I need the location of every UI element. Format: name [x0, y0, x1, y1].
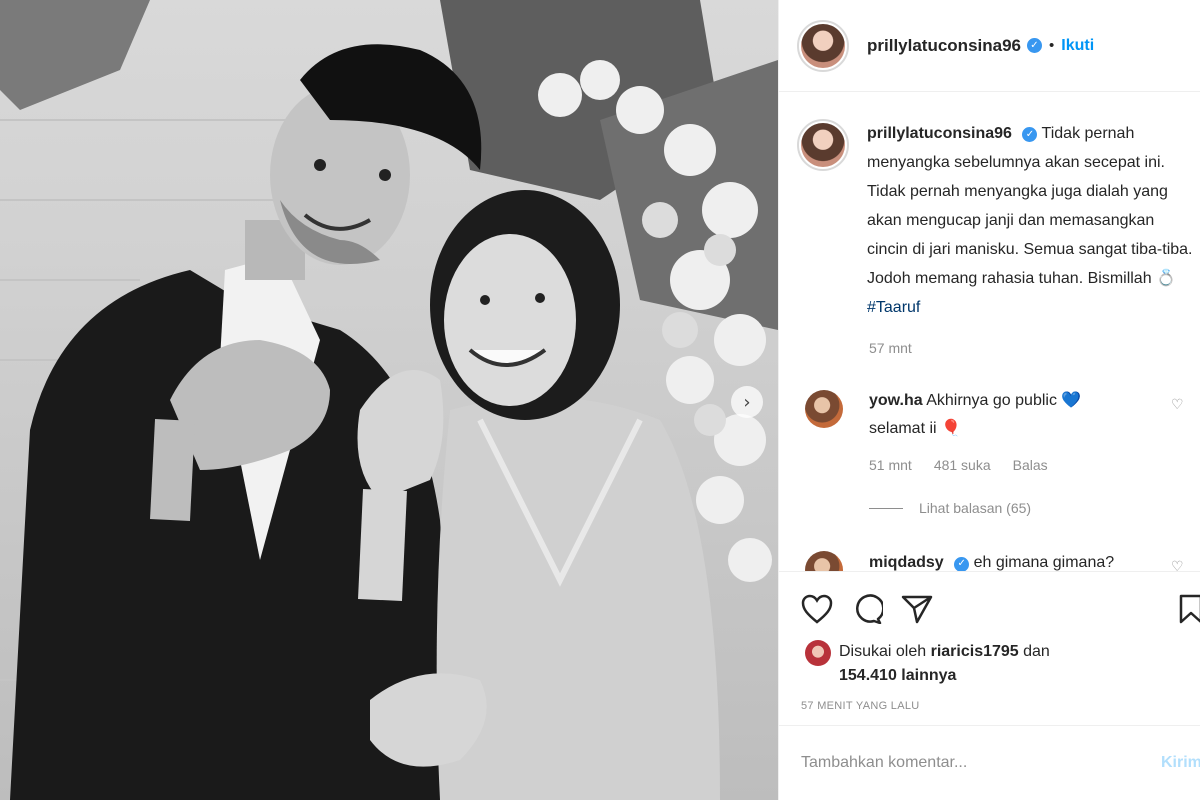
- post-header: prillylatuconsina96 ✓ • Ikuti: [779, 0, 1200, 92]
- header-separator: •: [1049, 37, 1055, 54]
- ring-emoji: 💍: [1156, 270, 1176, 287]
- comment-avatar[interactable]: [805, 551, 843, 571]
- comment-timestamp[interactable]: 51 mnt: [869, 457, 912, 473]
- comment-body: Akhirnya go public: [926, 392, 1062, 409]
- caption-timestamp[interactable]: 57 mnt: [869, 340, 912, 356]
- comment-bubble-icon[interactable]: [851, 594, 883, 624]
- comment-like-heart-icon[interactable]: ♡: [1171, 397, 1184, 413]
- photo-illustration: [0, 0, 778, 800]
- likes-prefix: Disukai oleh: [839, 643, 931, 660]
- liker-avatar[interactable]: [805, 640, 831, 666]
- caption: prillylatuconsina96 ✓ Tidak pernah menya…: [797, 119, 1197, 322]
- caption-author-avatar[interactable]: [797, 119, 849, 171]
- comment-username[interactable]: miqdadsy: [869, 554, 944, 571]
- like-heart-icon[interactable]: [801, 594, 833, 624]
- comment-like-count[interactable]: 481 suka: [934, 457, 991, 473]
- liker-username[interactable]: riaricis1795: [931, 643, 1019, 660]
- share-direct-icon[interactable]: [901, 594, 933, 624]
- comment-verified-badge-icon: ✓: [954, 556, 970, 571]
- caption-body: Tidak pernah menyangka sebelumnya akan s…: [867, 125, 1193, 287]
- comment-username[interactable]: yow.ha: [869, 392, 923, 409]
- verified-badge-icon: ✓: [1027, 38, 1042, 53]
- author-username[interactable]: prillylatuconsina96: [867, 36, 1021, 56]
- author-avatar[interactable]: [797, 19, 849, 72]
- comment-reply-button[interactable]: Balas: [1013, 457, 1048, 473]
- likes-summary: Disukai oleh riaricis1795 dan 154.410 la…: [805, 640, 1050, 688]
- comment-text: miqdadsy ✓ eh gimana gimana?: [869, 549, 1114, 571]
- action-icon-row: [801, 594, 933, 624]
- view-replies-label: Lihat balasan (65): [919, 500, 1032, 516]
- likes-middle: dan: [1018, 643, 1050, 660]
- comment-meta: 51 mnt 481 suka Balas: [869, 457, 1048, 473]
- post-actions: Disukai oleh riaricis1795 dan 154.410 la…: [779, 571, 1200, 725]
- comment-text: yow.ha Akhirnya go public 💙 selamat ii 🎈: [869, 387, 1159, 443]
- balloon-emoji: 🎈: [941, 420, 961, 437]
- caption-author-avatar-image: [801, 123, 845, 167]
- follow-button[interactable]: Ikuti: [1061, 37, 1094, 55]
- comment-avatar[interactable]: [805, 390, 843, 428]
- comment-like-heart-icon[interactable]: ♡: [1171, 559, 1184, 571]
- post-time-ago[interactable]: 57 MENIT YANG LALU: [801, 700, 920, 712]
- post-sidebar: prillylatuconsina96 ✓ • Ikuti prillylatu…: [778, 0, 1200, 800]
- likes-count[interactable]: 154.410 lainnya: [839, 667, 956, 684]
- comment-body-line2: selamat ii: [869, 420, 942, 437]
- blue-heart-emoji: 💙: [1061, 392, 1082, 409]
- caption-username[interactable]: prillylatuconsina96: [867, 125, 1012, 142]
- carousel-next-button[interactable]: ›: [731, 386, 763, 418]
- caption-text: prillylatuconsina96 ✓ Tidak pernah menya…: [867, 119, 1197, 322]
- caption-verified-badge-icon: ✓: [1022, 127, 1038, 142]
- chevron-right-icon: ›: [743, 391, 751, 413]
- post-photo: ›: [0, 0, 778, 800]
- hashtag-link[interactable]: #Taaruf: [867, 299, 920, 316]
- view-replies-button[interactable]: Lihat balasan (65): [869, 500, 1031, 516]
- post-comment-button[interactable]: Kirim: [1161, 754, 1200, 772]
- comment-body: eh gimana gimana?: [973, 554, 1115, 571]
- likes-text: Disukai oleh riaricis1795 dan 154.410 la…: [839, 640, 1050, 688]
- replies-divider: [869, 507, 903, 509]
- save-bookmark-icon[interactable]: [1179, 594, 1200, 624]
- comments-section[interactable]: prillylatuconsina96 ✓ Tidak pernah menya…: [779, 93, 1200, 571]
- author-avatar-image: [801, 23, 845, 68]
- add-comment-bar: Kirim: [779, 725, 1200, 800]
- add-comment-input[interactable]: [801, 754, 1151, 772]
